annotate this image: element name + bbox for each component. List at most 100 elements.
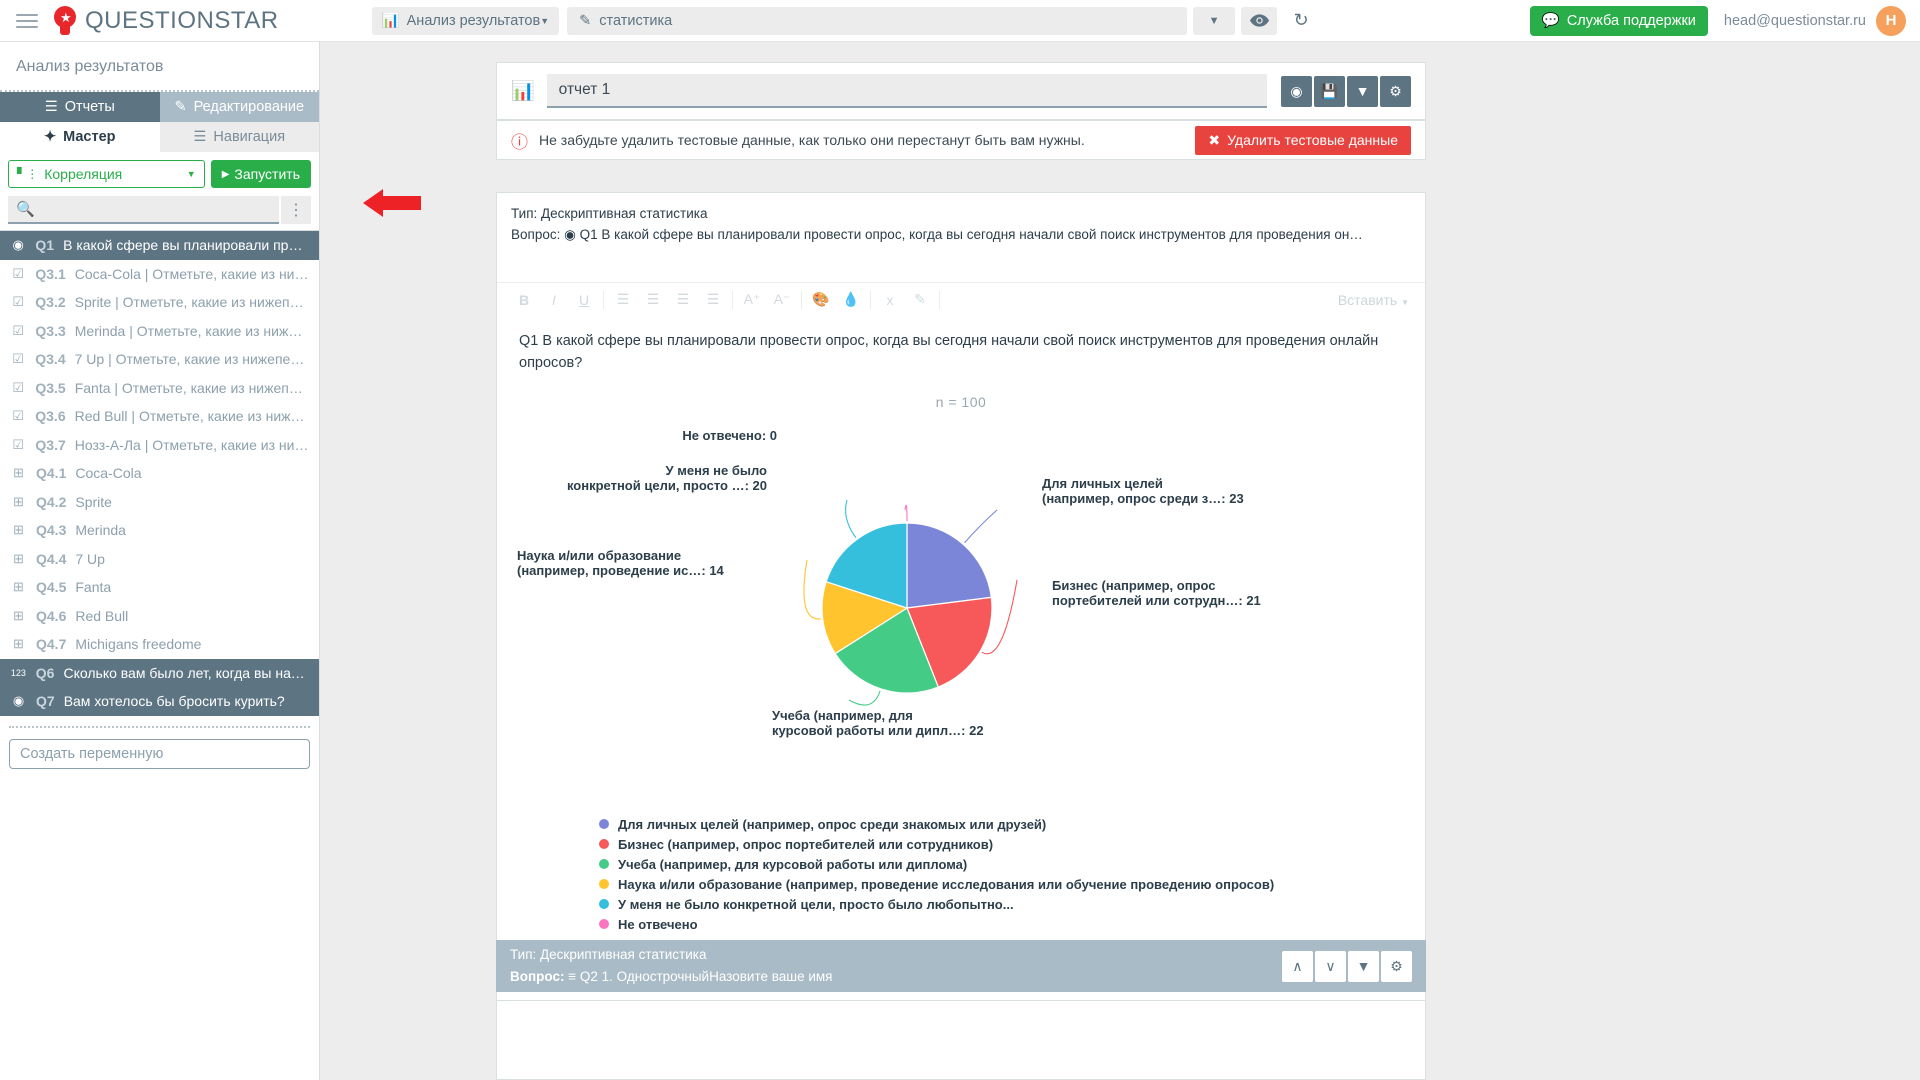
legend-color-swatch (599, 899, 609, 910)
question-list-item[interactable]: ☑ Q3.1 Coca-Cola | Отметьте, какие из ниж… (0, 260, 319, 289)
question-label: Сколько вам было лет, когда вы нач… (63, 664, 309, 681)
sidebar-tab-reports[interactable]: ☰ Отчеты (0, 92, 160, 122)
radio-icon: ◉ (12, 693, 25, 709)
sidebar-subtab-master[interactable]: ✦ Мастер (0, 122, 160, 152)
report-settings-button[interactable]: ⚙ (1380, 75, 1411, 107)
question-list-item[interactable]: ⊞ Q4.7 Michigans freedome (0, 630, 319, 659)
font-decrease-icon[interactable]: A⁻ (767, 291, 797, 308)
chevron-down-icon: ▼ (186, 169, 196, 179)
legend-item[interactable]: Бизнес (например, опрос портебителей или… (599, 834, 1425, 854)
align-right-icon[interactable]: ☰ (668, 291, 698, 308)
block1-body-text[interactable]: Q1 В какой сфере вы планировали провести… (497, 317, 1425, 381)
preview-eye-button[interactable] (1241, 6, 1278, 35)
question-list-item[interactable]: ⊞ Q4.1 Coca-Cola (0, 459, 319, 488)
editor-bold-button[interactable]: B (509, 292, 539, 308)
checkbox-icon: ☑ (12, 408, 24, 424)
sidebar-title: Анализ результатов (16, 58, 164, 75)
report-save-button[interactable]: 💾 (1314, 75, 1345, 107)
question-list-item[interactable]: ⊞ Q4.4 7 Up (0, 545, 319, 574)
question-label: Нозз-А-Ла | Отметьте, какие из ниж… (74, 436, 309, 453)
editor-underline-button[interactable]: U (569, 292, 599, 308)
question-list-item[interactable]: ◉ Q1 В какой сфере вы планировали пров… (0, 231, 319, 260)
pie-leader-line (904, 505, 908, 522)
question-label: Red Bull (75, 607, 129, 624)
legend-item[interactable]: Для личных целей (например, опрос среди … (599, 814, 1425, 834)
search-options-button[interactable]: ⋮ (281, 196, 311, 224)
legend-item[interactable]: Не отвечено (599, 914, 1425, 934)
clear-format-icon[interactable]: x (875, 292, 905, 308)
block2-settings-button[interactable]: ⚙ (1381, 950, 1412, 982)
block1-question: Вопрос: ◉ Q1 В какой сфере вы планировал… (511, 225, 1411, 246)
question-label: Fanta | Отметьте, какие из нижепер… (74, 379, 309, 396)
question-label: Fanta (75, 579, 112, 596)
create-variable-input[interactable]: Создать переменную (9, 738, 310, 769)
user-email[interactable]: head@questionstar.ru (1724, 13, 1866, 29)
question-code: Q6 (35, 664, 55, 681)
text-color-icon[interactable]: 🎨 (806, 291, 836, 308)
font-increase-icon[interactable]: A⁺ (737, 291, 767, 308)
sidebar-subtab-master-label: Мастер (63, 129, 116, 145)
question-code: Q4.7 (36, 636, 67, 653)
hamburger-icon[interactable] (16, 10, 38, 32)
legend-item[interactable]: У меня не было конкретной цели, просто б… (599, 894, 1425, 914)
method-run-row: ▘⋮ Корреляция ▼ ▶ Запустить (0, 152, 319, 196)
search-input[interactable]: 🔍 (8, 196, 279, 224)
legend-color-swatch (599, 879, 609, 890)
sidebar-subtab-navigation[interactable]: ☰ Навигация (160, 122, 320, 152)
block2-question: Вопрос: ≡ Q2 1. ОднострочныйНазовите ваш… (510, 966, 833, 988)
question-list-item[interactable]: ☑ Q3.3 Merinda | Отметьте, какие из нижеп… (0, 317, 319, 346)
question-code: Q4.5 (36, 579, 67, 596)
question-list-item[interactable]: ⊞ Q4.3 Merinda (0, 516, 319, 545)
filter-icon: ▼ (1355, 83, 1370, 99)
question-list-item[interactable]: ⊞ Q4.6 Red Bull (0, 602, 319, 631)
chevron-down-icon: ▼ (540, 15, 550, 26)
block2-move-down-button[interactable]: ∨ (1315, 950, 1346, 982)
refresh-button[interactable]: ↻ (1283, 7, 1319, 35)
legend-item[interactable]: Наука и/или образование (например, прове… (599, 874, 1425, 894)
eraser-icon[interactable]: ✎ (905, 291, 935, 308)
pie-slice[interactable] (906, 522, 993, 610)
analysis-mode-select[interactable]: 📊 Анализ результатов ▼ (371, 6, 560, 35)
checkbox-icon: ☑ (12, 322, 25, 338)
align-left-icon[interactable]: ☰ (608, 291, 638, 308)
align-center-icon[interactable]: ☰ (638, 291, 668, 308)
question-list-item[interactable]: ☑ Q3.6 Red Bull | Отметьте, какие из нижеп… (0, 402, 319, 431)
report-name-value: отчет 1 (558, 81, 611, 98)
report-name-input[interactable]: отчет 1 (546, 74, 1267, 108)
avatar[interactable]: H (1876, 5, 1906, 36)
close-circle-icon: ✖ (1208, 131, 1221, 148)
editor-insert-dropdown[interactable]: Вставить ▼ (1338, 292, 1413, 308)
pie-leader-line (803, 560, 821, 620)
question-list-item[interactable]: ☑ Q3.4 7 Up | Отметьте, какие из нижепере… (0, 345, 319, 374)
question-list-item[interactable]: ◉ Q7 Вам хотелось бы бросить курить? (0, 687, 319, 716)
question-list-item[interactable]: ☑ Q3.7 Нозз-А-Ла | Отметьте, какие из ниж… (0, 431, 319, 460)
block2-filter-button[interactable]: ▼ (1348, 950, 1379, 982)
analysis-block-2-body (496, 1000, 1426, 1080)
block2-move-up-button[interactable]: ∧ (1282, 950, 1313, 982)
question-list-item[interactable]: ⊞ Q4.5 Fanta (0, 573, 319, 602)
method-select[interactable]: ▘⋮ Корреляция ▼ (8, 160, 205, 188)
report-preview-button[interactable]: ◉ (1281, 75, 1312, 107)
question-label: Coca-Cola (75, 465, 142, 482)
legend-color-swatch (599, 919, 609, 930)
highlight-icon[interactable]: 💧 (836, 291, 866, 308)
run-button[interactable]: ▶ Запустить (210, 160, 311, 188)
sidebar-tab-editing[interactable]: ✎ Редактирование (159, 92, 319, 122)
align-justify-icon[interactable]: ☰ (698, 291, 728, 308)
support-button[interactable]: 💬 Служба поддержки (1529, 5, 1708, 36)
question-list-item[interactable]: 123 Q6 Сколько вам было лет, когда вы нач… (0, 658, 319, 687)
legend-item[interactable]: Учеба (например, для курсовой работы или… (599, 854, 1425, 874)
delete-test-data-button[interactable]: ✖ Удалить тестовые данные (1195, 125, 1411, 155)
survey-name-field[interactable]: ✎ статистика (567, 6, 1188, 35)
editor-italic-button[interactable]: I (539, 292, 569, 308)
question-code: Q3.5 (35, 379, 66, 396)
grid-icon: ⊞ (13, 522, 24, 538)
question-list-item[interactable]: ⊞ Q4.2 Sprite (0, 488, 319, 517)
question-list-item[interactable]: ☑ Q3.2 Sprite | Отметьте, какие из нижепер… (0, 288, 319, 317)
list-icon: ☰ (44, 99, 58, 115)
question-list-item[interactable]: ☑ Q3.5 Fanta | Отметьте, какие из нижепер… (0, 374, 319, 403)
survey-name-label: статистика (599, 12, 673, 29)
sidebar-bottom-divider (9, 725, 310, 728)
report-filter-button[interactable]: ▼ (1347, 75, 1378, 107)
survey-dropdown-button[interactable]: ▼ (1193, 6, 1236, 35)
